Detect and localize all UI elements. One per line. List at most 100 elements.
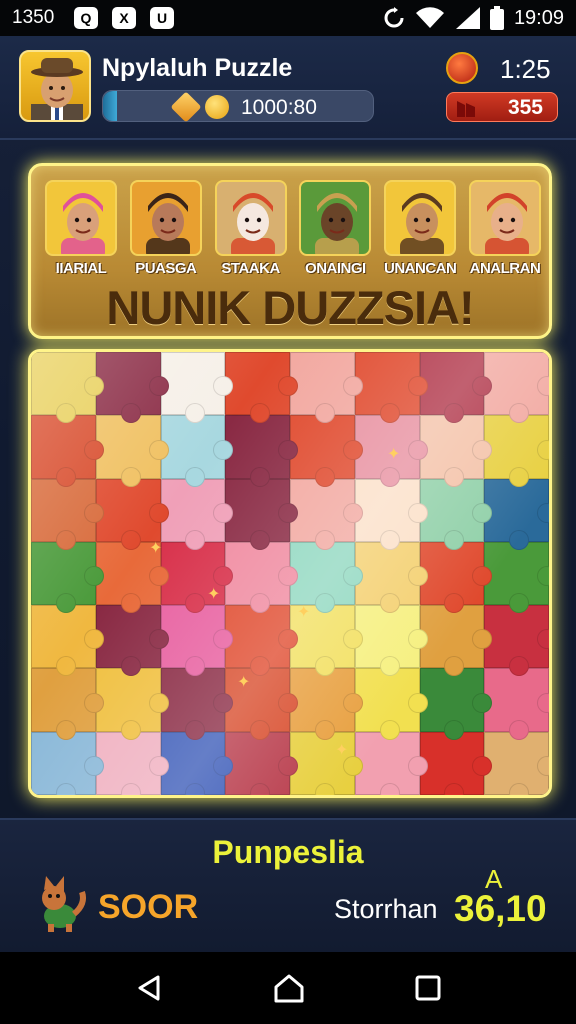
- character-card[interactable]: STAAKA: [213, 180, 289, 277]
- puzzle-piece[interactable]: [95, 478, 169, 551]
- puzzle-piece[interactable]: [484, 541, 549, 614]
- puzzle-piece[interactable]: [95, 415, 169, 487]
- player-portrait-icon: [31, 58, 83, 120]
- puzzle-piece[interactable]: [225, 415, 298, 487]
- puzzle-piece[interactable]: [160, 478, 233, 551]
- character-face-icon: [61, 193, 105, 254]
- puzzle-piece[interactable]: [160, 731, 233, 795]
- puzzle-piece[interactable]: [95, 352, 169, 424]
- puzzle-piece[interactable]: [31, 478, 104, 551]
- puzzle-piece[interactable]: [160, 352, 233, 424]
- puzzle-piece[interactable]: [484, 352, 549, 424]
- timer-icon: [446, 52, 478, 84]
- puzzle-piece[interactable]: [225, 541, 298, 614]
- puzzle-piece[interactable]: [419, 478, 492, 551]
- puzzle-piece[interactable]: [484, 415, 549, 487]
- puzzle-piece[interactable]: [160, 668, 233, 741]
- puzzle-piece[interactable]: [354, 605, 428, 677]
- puzzle-piece[interactable]: [31, 731, 104, 795]
- puzzle-piece[interactable]: [354, 352, 428, 424]
- character-portrait: [384, 180, 457, 256]
- home-icon[interactable]: [273, 973, 305, 1003]
- puzzle-piece[interactable]: [95, 731, 169, 795]
- puzzle-piece[interactable]: [160, 415, 233, 487]
- puzzle-piece[interactable]: [484, 478, 549, 551]
- character-face-icon: [484, 193, 529, 254]
- character-face-icon: [145, 193, 190, 254]
- puzzle-piece[interactable]: [354, 478, 428, 551]
- puzzle-piece[interactable]: [484, 605, 549, 677]
- opponent-label: Storrhan: [334, 894, 438, 924]
- game-title: Npylaluh Puzzle: [102, 54, 293, 82]
- puzzle-piece[interactable]: [95, 605, 169, 677]
- puzzle-piece[interactable]: [419, 541, 492, 614]
- puzzle-piece[interactable]: [225, 605, 298, 677]
- character-row: IIARIAL PUASGA STAAKA ONAINGI UNANCAN ANALRAN: [43, 180, 543, 277]
- puzzle-piece[interactable]: [419, 668, 492, 741]
- sparkle-icon: ✦: [237, 674, 251, 691]
- app-notification-icon-q: Q: [74, 7, 98, 29]
- puzzle-piece[interactable]: [419, 352, 492, 424]
- puzzle-piece[interactable]: [31, 352, 104, 424]
- puzzle-piece[interactable]: [290, 415, 363, 487]
- puzzle-piece[interactable]: [225, 731, 298, 795]
- character-portrait: [299, 180, 372, 256]
- game-screen: 1350 Q X U 19:09 Npylaluh Puzzle 1000:80…: [0, 0, 576, 1024]
- character-banner: IIARIAL PUASGA STAAKA ONAINGI UNANCAN ANALRAN…: [28, 163, 552, 339]
- puzzle-piece[interactable]: [31, 541, 104, 614]
- player-avatar[interactable]: [19, 50, 91, 122]
- character-card[interactable]: UNANCAN: [382, 180, 458, 277]
- status-bar: 1350 Q X U 19:09: [0, 0, 576, 36]
- fox-mascot-icon: [42, 876, 86, 932]
- score-badge[interactable]: 355: [446, 92, 558, 122]
- timer-display: 1:25: [500, 54, 551, 84]
- character-portrait: [468, 180, 541, 256]
- puzzle-piece[interactable]: [419, 415, 492, 487]
- puzzle-piece[interactable]: [31, 668, 104, 741]
- puzzle-piece[interactable]: [484, 731, 549, 795]
- battery-icon: [489, 6, 504, 30]
- coin-icon: [205, 95, 229, 119]
- status-clock: 19:09: [513, 6, 564, 29]
- character-name: PUASGA: [135, 260, 197, 277]
- puzzle-piece[interactable]: [160, 605, 233, 677]
- puzzle-piece[interactable]: [225, 478, 298, 551]
- puzzle-piece[interactable]: [484, 668, 549, 741]
- puzzle-piece[interactable]: [225, 668, 298, 741]
- character-name: ONAINGI: [305, 260, 366, 277]
- score-panel: Punpeslia SOOR Storrhan A 36,10: [0, 818, 576, 952]
- character-face-icon: [230, 193, 275, 254]
- puzzle-piece[interactable]: [31, 415, 104, 487]
- character-card[interactable]: IIARIAL: [43, 180, 119, 277]
- puzzle-piece[interactable]: [31, 605, 104, 677]
- player-label: SOOR: [98, 888, 199, 926]
- character-card[interactable]: ANALRAN: [467, 180, 543, 277]
- character-face-icon: [315, 193, 360, 254]
- character-card[interactable]: PUASGA: [128, 180, 204, 277]
- puzzle-piece[interactable]: [95, 668, 169, 741]
- sync-icon: [384, 7, 404, 28]
- character-card[interactable]: ONAINGI: [297, 180, 373, 277]
- score-badge-value: 355: [507, 96, 543, 119]
- recent-apps-icon[interactable]: [414, 974, 442, 1002]
- puzzle-piece[interactable]: [290, 352, 363, 424]
- puzzle-piece[interactable]: [290, 478, 363, 551]
- flag-icon: [457, 101, 475, 117]
- character-portrait: [45, 180, 117, 256]
- puzzle-piece[interactable]: [225, 352, 298, 424]
- progress-fill: [103, 91, 117, 121]
- character-name: UNANCAN: [384, 260, 457, 277]
- back-icon[interactable]: [134, 973, 164, 1003]
- puzzle-piece[interactable]: [419, 605, 492, 677]
- puzzle-piece[interactable]: [354, 668, 428, 741]
- character-portrait: [129, 180, 202, 256]
- puzzle-board[interactable]: ✦ ✦ ✦ ✦ ✦ ✦: [28, 349, 552, 798]
- puzzle-piece[interactable]: [290, 541, 363, 614]
- puzzle-piece[interactable]: [290, 668, 363, 741]
- app-notification-icon-u: U: [150, 7, 174, 29]
- puzzle-piece[interactable]: [419, 731, 492, 795]
- puzzle-piece[interactable]: [354, 541, 428, 614]
- puzzle-piece[interactable]: [354, 731, 428, 795]
- app-notification-icon-x: X: [112, 7, 136, 29]
- character-portrait: [214, 180, 287, 256]
